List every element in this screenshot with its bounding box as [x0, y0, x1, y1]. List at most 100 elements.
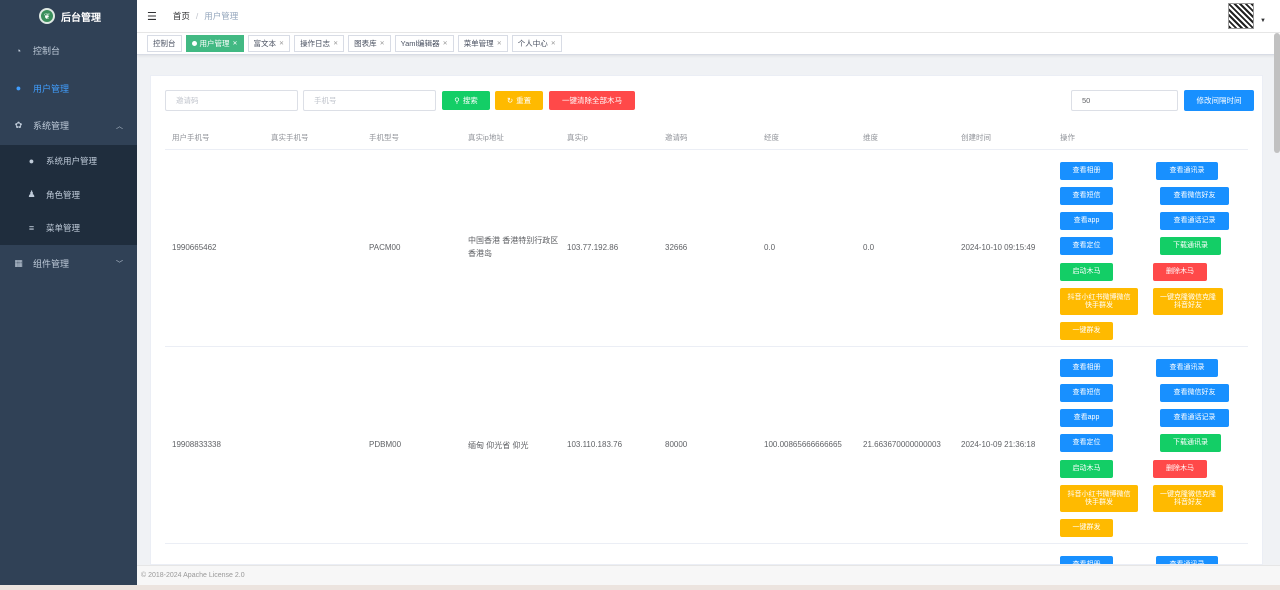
social-mass-send-button[interactable]: 抖音小红书微博微信快手群发: [1060, 485, 1138, 512]
sidebar-item-dashboard[interactable]: ◔ 控制台: [0, 32, 137, 70]
sidebar-item-label: 角色管理: [46, 189, 81, 200]
clear-all-trojans-button[interactable]: 一键清除全部木马: [549, 91, 635, 110]
header-longitude: 经度: [764, 133, 779, 142]
tag-label: 富文本: [253, 39, 277, 48]
logo[interactable]: ❦ 后台管理: [0, 0, 137, 32]
view-wechat-friends-button[interactable]: 查看微信好友: [1160, 384, 1229, 402]
header-real-phone: 真实手机号: [271, 133, 309, 142]
tag-yaml-editor[interactable]: Yaml编辑器 ✕: [394, 35, 454, 52]
view-contacts-button[interactable]: 查看通讯录: [1156, 556, 1218, 564]
clone-friends-button[interactable]: 一键克隆微信克隆抖音好友: [1153, 485, 1223, 512]
tag-profile[interactable]: 个人中心 ✕: [511, 35, 562, 52]
delete-trojan-button[interactable]: 删除木马: [1153, 460, 1207, 478]
view-album-button[interactable]: 查看相册: [1060, 162, 1113, 180]
interval-input[interactable]: [1071, 90, 1178, 111]
caret-down-icon[interactable]: ▼: [1260, 18, 1266, 24]
main-area: ☰ 首页 / 用户管理 ▼ 控制台 用户管理 ✕ 富文本 ✕ 操作日志 ✕ 图表库 ✕ Ya…: [137, 0, 1280, 590]
sidebar-item-user-management[interactable]: ● 用户管理: [0, 70, 137, 108]
view-sms-button[interactable]: 查看短信: [1060, 187, 1113, 205]
close-icon[interactable]: ✕: [497, 40, 502, 47]
sidebar-item-components[interactable]: ▦ 组件管理 ﹀: [0, 245, 137, 283]
tag-charts[interactable]: 图表库 ✕: [348, 35, 391, 52]
close-icon[interactable]: ✕: [551, 40, 556, 47]
view-call-log-button[interactable]: 查看通话记录: [1160, 409, 1229, 427]
view-sms-button[interactable]: 查看短信: [1060, 384, 1113, 402]
download-contacts-button[interactable]: 下载通讯录: [1160, 237, 1221, 255]
footer: © 2018-2024 Apache License 2.0: [137, 565, 1280, 585]
sidebar-item-label: 组件管理: [33, 259, 70, 270]
breadcrumb-home[interactable]: 首页: [173, 11, 190, 21]
header-created: 创建时间: [961, 133, 991, 142]
header-latitude: 维度: [863, 133, 878, 142]
sidebar-item-system-users[interactable]: ● 系统用户管理: [0, 145, 137, 179]
tag-menu-management[interactable]: 菜单管理 ✕: [457, 35, 508, 52]
table-row: 19908833338 PDBM00 缅甸 仰光省 仰光 103.110.183…: [165, 347, 1248, 544]
users-icon: ●: [28, 156, 35, 167]
view-contacts-button[interactable]: 查看通讯录: [1156, 162, 1218, 180]
mass-send-button[interactable]: 一键群发: [1060, 322, 1113, 340]
app-title: 后台管理: [61, 12, 101, 24]
breadcrumb: 首页 / 用户管理: [173, 10, 238, 22]
tag-label: 个人中心: [517, 39, 548, 48]
view-apps-button[interactable]: 查看app: [1060, 212, 1113, 230]
delete-trojan-button[interactable]: 删除木马: [1153, 263, 1207, 281]
content-card: ⚲搜索 ↻重置 一键清除全部木马 修改间隔时间 用户手机号 真实手机号 手机型号…: [150, 75, 1263, 565]
role-icon: ♟: [27, 189, 36, 200]
search-button-label: 搜索: [462, 96, 478, 105]
invite-code-input[interactable]: [165, 90, 298, 111]
avatar[interactable]: [1228, 3, 1254, 29]
search-button[interactable]: ⚲ 搜索: [442, 91, 490, 110]
cell-ip: 103.110.183.76: [567, 440, 623, 449]
active-dot-icon: [191, 41, 197, 46]
tag-label: 用户管理: [199, 39, 230, 48]
navbar: ☰ 首页 / 用户管理 ▼: [137, 0, 1280, 33]
sidebar-item-system-management[interactable]: ✿ 系统管理 ︿: [0, 107, 137, 145]
download-contacts-button[interactable]: 下载通讯录: [1160, 434, 1221, 452]
grid-icon: ▦: [14, 258, 23, 269]
start-trojan-button[interactable]: 启动木马: [1060, 263, 1113, 281]
tag-label: Yaml编辑器: [400, 39, 440, 48]
search-bar: ⚲搜索 ↻重置 一键清除全部木马 修改间隔时间: [165, 90, 1254, 111]
header-invite: 邀请码: [665, 133, 688, 142]
view-wechat-friends-button[interactable]: 查看微信好友: [1160, 187, 1229, 205]
social-mass-send-button[interactable]: 抖音小红书微博微信快手群发: [1060, 288, 1138, 315]
tag-dashboard[interactable]: 控制台: [147, 35, 182, 52]
view-album-button[interactable]: 查看相册: [1060, 359, 1113, 377]
view-contacts-button[interactable]: 查看通讯录: [1156, 359, 1218, 377]
phone-input[interactable]: [303, 90, 436, 111]
close-icon[interactable]: ✕: [333, 40, 338, 47]
user-icon: ●: [15, 83, 22, 94]
search-icon: ⚲: [454, 96, 460, 105]
tag-operation-log[interactable]: 操作日志 ✕: [294, 35, 345, 52]
footer-text: © 2018-2024 Apache License 2.0: [141, 572, 245, 579]
cell-created: 2024-10-10 09:15:49: [961, 243, 1036, 252]
tag-label: 图表库: [354, 39, 377, 48]
mass-send-button[interactable]: 一键群发: [1060, 519, 1113, 537]
hamburger-icon[interactable]: ☰: [147, 10, 157, 23]
view-album-button[interactable]: 查看相册: [1060, 556, 1113, 564]
start-trojan-button[interactable]: 启动木马: [1060, 460, 1113, 478]
sidebar-item-roles[interactable]: ♟ 角色管理: [0, 178, 137, 212]
close-icon[interactable]: ✕: [233, 40, 238, 47]
sidebar-item-menus[interactable]: ≡ 菜单管理: [0, 212, 137, 246]
reset-button[interactable]: ↻ 重置: [495, 91, 543, 110]
close-icon[interactable]: ✕: [279, 40, 284, 47]
scrollbar[interactable]: [1274, 33, 1280, 153]
view-apps-button[interactable]: 查看app: [1060, 409, 1113, 427]
view-location-button[interactable]: 查看定位: [1060, 237, 1113, 255]
tag-rich-text[interactable]: 富文本 ✕: [247, 35, 291, 52]
menu-list-icon: ≡: [28, 223, 35, 234]
cell-model: PACM00: [369, 243, 401, 252]
modify-interval-button[interactable]: 修改间隔时间: [1184, 90, 1254, 111]
tag-user-management[interactable]: 用户管理 ✕: [185, 35, 244, 52]
tag-label: 操作日志: [300, 39, 331, 48]
cell-created: 2024-10-09 21:36:18: [961, 440, 1036, 449]
close-icon[interactable]: ✕: [443, 40, 448, 47]
clone-friends-button[interactable]: 一键克隆微信克隆抖音好友: [1153, 288, 1223, 315]
cell-invite: 32666: [665, 243, 688, 252]
close-icon[interactable]: ✕: [380, 40, 385, 47]
header-actions: 操作: [1060, 133, 1075, 142]
view-location-button[interactable]: 查看定位: [1060, 434, 1113, 452]
tag-label: 控制台: [153, 39, 176, 48]
view-call-log-button[interactable]: 查看通话记录: [1160, 212, 1229, 230]
